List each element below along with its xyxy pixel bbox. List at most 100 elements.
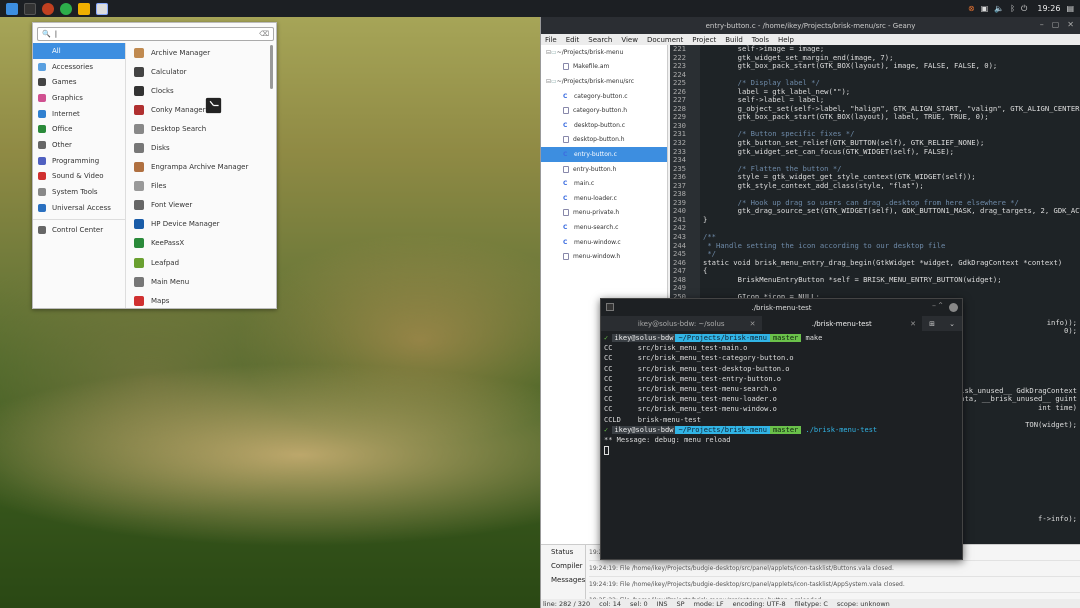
message-line: 19:24:19: File /home/ikey/Projects/budgi… (589, 561, 1080, 577)
file-item[interactable]: menu-private.h (541, 206, 667, 221)
app-item[interactable]: Maps (129, 291, 269, 308)
app-item[interactable]: Archive Manager (129, 43, 269, 62)
menu-item[interactable]: File (545, 36, 557, 44)
file-item[interactable]: Ccategory-button.c (541, 89, 667, 104)
menu-item[interactable]: Help (778, 36, 794, 44)
firefox-icon[interactable] (42, 2, 54, 15)
network-icon[interactable]: ▣ (981, 4, 989, 13)
output-line: CC src/brisk_menu_test-menu-search.o (604, 384, 777, 393)
clear-icon[interactable]: ⌫ (259, 30, 269, 38)
file-item[interactable]: Cmenu-search.c (541, 220, 667, 235)
search-value: | (54, 30, 58, 38)
terminal-tab-brisk[interactable]: ./brisk-menu-test ✕ (761, 316, 922, 331)
terminal-title: ./brisk-menu-test – ⌃ (601, 299, 962, 316)
category-item[interactable]: Other (33, 137, 125, 153)
app-icon (134, 104, 144, 115)
category-item[interactable]: Games (33, 74, 125, 90)
category-item[interactable]: Control Center (33, 223, 125, 239)
app-item[interactable]: Clocks (129, 81, 269, 100)
app-item[interactable]: Calculator (129, 62, 269, 81)
update-icon[interactable]: ⊗ (968, 4, 975, 13)
category-item[interactable]: Graphics (33, 90, 125, 106)
maximize-icon[interactable]: ▢ (1052, 20, 1060, 29)
message-tab[interactable]: Messages (541, 573, 585, 587)
app-label: Font Viewer (151, 201, 193, 210)
tab-close-icon[interactable]: ✕ (910, 320, 916, 328)
menu-item[interactable]: Project (692, 36, 716, 44)
file-item[interactable]: menu-window.h (541, 249, 667, 264)
category-icon (38, 140, 46, 149)
category-item[interactable]: Sound & Video (33, 169, 125, 185)
file-item[interactable]: Centry-button.c (541, 147, 667, 162)
window-icon[interactable] (96, 2, 108, 15)
tab-close-icon[interactable]: ✕ (750, 320, 756, 328)
file-item[interactable]: Makefile.am (541, 60, 667, 75)
scrollbar[interactable] (270, 45, 273, 89)
download-icon[interactable] (6, 2, 18, 15)
app-item[interactable]: Font Viewer (129, 196, 269, 215)
app-item[interactable]: Engrampa Archive Manager (129, 158, 269, 177)
close-icon[interactable]: ✕ (1067, 20, 1074, 29)
menu-item[interactable]: View (621, 36, 638, 44)
code-line: gtk_widget_set_can_focus(GTK_WIDGET(self… (703, 146, 954, 156)
file-label: entry-button.h (573, 165, 617, 173)
app-item[interactable]: Files (129, 177, 269, 196)
app-item[interactable]: Disks (129, 138, 269, 157)
category-item[interactable]: All (33, 43, 125, 59)
maximize-icon[interactable]: ⌃ (937, 301, 944, 310)
menu-item[interactable]: Edit (566, 36, 580, 44)
app-item[interactable]: HP Device Manager (129, 215, 269, 234)
window-title: entry-button.c - /home/ikey/Projects/bri… (541, 17, 1080, 34)
category-item[interactable]: Universal Access (33, 200, 125, 216)
file-item[interactable]: entry-button.h (541, 162, 667, 177)
terminal-output[interactable]: ✓ ikey@solus-bdw ~/Projects/brisk-menu mas… (601, 331, 962, 457)
file-item[interactable]: category-button.h (541, 103, 667, 118)
category-item[interactable]: Programming (33, 153, 125, 169)
clock[interactable]: 19:26 (1037, 4, 1060, 13)
app-item[interactable]: Main Menu (129, 272, 269, 291)
terminal-icon[interactable] (24, 2, 36, 15)
output-line: CC src/brisk_menu_test-category-button.o (604, 354, 794, 363)
file-item[interactable]: Cmain.c (541, 176, 667, 191)
app-item[interactable]: Conky Manager (129, 100, 269, 119)
folder-item[interactable]: ⊟ ▭ ~/Projects/brisk-menu (541, 45, 667, 60)
status-field: INS (656, 599, 668, 608)
file-label: Makefile.am (573, 63, 610, 71)
app-item[interactable]: KeePassX (129, 234, 269, 253)
category-item[interactable]: Office (33, 121, 125, 137)
menu-item[interactable]: Tools (752, 36, 769, 44)
menu-item[interactable]: Document (647, 36, 683, 44)
search-input[interactable]: 🔍 | ⌫ (37, 27, 274, 41)
chevron-down-icon[interactable]: ⌄ (949, 320, 955, 328)
category-item[interactable]: Internet (33, 106, 125, 122)
app-item[interactable]: Leafpad (129, 253, 269, 272)
menu-item[interactable]: Build (725, 36, 743, 44)
app-item[interactable]: Desktop Search (129, 119, 269, 138)
command: make (805, 334, 823, 342)
file-item[interactable]: Cmenu-loader.c (541, 191, 667, 206)
category-item[interactable]: Accessories (33, 59, 125, 75)
power-icon[interactable]: ⏻ (1021, 4, 1027, 14)
close-icon[interactable] (949, 303, 958, 312)
system-menu-icon[interactable]: ▤ (1066, 4, 1074, 13)
file-item[interactable]: desktop-button.h (541, 133, 667, 148)
menu-item[interactable]: Search (588, 36, 612, 44)
minimize-icon[interactable]: – (932, 301, 936, 310)
bluetooth-icon[interactable]: ᛒ (1010, 4, 1015, 13)
category-item[interactable]: System Tools (33, 184, 125, 200)
tab-label: ikey@solus-bdw: ~/solus (637, 319, 725, 328)
category-label: Universal Access (52, 203, 111, 212)
message-tab[interactable]: Compiler (541, 559, 585, 573)
message-tab[interactable]: Status (541, 545, 585, 559)
hexchat-icon[interactable] (60, 2, 72, 15)
file-item[interactable]: Cdesktop-button.c (541, 118, 667, 133)
cat-icon[interactable] (78, 2, 90, 15)
file-item[interactable]: Cmenu-window.c (541, 235, 667, 250)
folder-item[interactable]: ⊟ ▭ ~/Projects/brisk-menu/src (541, 74, 667, 89)
volume-icon[interactable]: 🔈 (994, 4, 1004, 13)
app-menu: 🔍 | ⌫ All Accessories Games Graphics Interne… (32, 22, 277, 309)
new-tab-icon[interactable]: ⊞ (929, 320, 935, 328)
minimize-icon[interactable]: – (1040, 20, 1044, 29)
terminal-tab-solus[interactable]: ikey@solus-bdw: ~/solus ✕ (601, 316, 762, 331)
